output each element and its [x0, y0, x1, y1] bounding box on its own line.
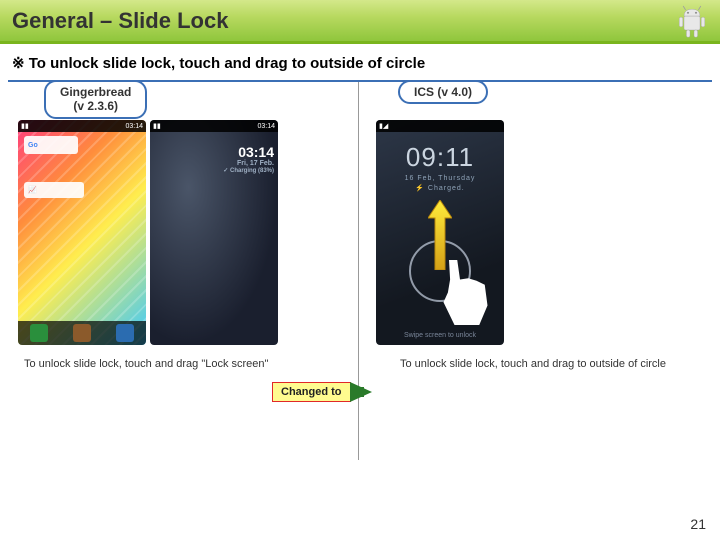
android-logo-icon: [672, 2, 712, 47]
dock-apps-icon: [116, 324, 134, 342]
status-bar: ▮▮03:14: [18, 120, 146, 132]
subtitle-text: ※ To unlock slide lock, touch and drag t…: [0, 44, 720, 80]
lock-clock: 03:14 Fri, 17 Feb. ✓ Charging (83%): [223, 144, 274, 174]
version-name: ICS (v 4.0): [414, 85, 472, 99]
dock-contacts-icon: [73, 324, 91, 342]
drag-arrow-icon: [428, 200, 452, 270]
gingerbread-screenshots: ▮▮03:14 Go 📈 ▮▮03:14 03:14 Fri, 17 Feb. …: [18, 120, 278, 345]
status-bar: ▮◢: [376, 120, 504, 132]
content-panel: Gingerbread (v 2.3.6) ICS (v 4.0) ▮▮03:1…: [8, 80, 712, 460]
changed-label: Changed to: [272, 382, 351, 402]
vertical-divider: [358, 82, 359, 460]
page-number: 21: [690, 516, 706, 532]
version-badge-ics: ICS (v 4.0): [398, 80, 488, 104]
slide-header: General – Slide Lock: [0, 0, 720, 44]
version-name: Gingerbread: [60, 85, 131, 99]
version-badge-gingerbread: Gingerbread (v 2.3.6): [44, 80, 147, 119]
phone-ics-lock: ▮◢ 09:11 16 Feb, Thursday ⚡ Charged. Swi…: [376, 120, 504, 345]
phone-home-screen: ▮▮03:14 Go 📈: [18, 120, 146, 345]
changed-to-badge: Changed to: [272, 382, 372, 402]
caption-ics: To unlock slide lock, touch and drag to …: [400, 358, 666, 370]
dock-bar: [18, 321, 146, 345]
ics-screenshot: ▮◢ 09:11 16 Feb, Thursday ⚡ Charged. Swi…: [376, 120, 504, 345]
widget-row: 📈: [24, 182, 84, 198]
caption-gingerbread: To unlock slide lock, touch and drag "Lo…: [24, 358, 268, 370]
status-bar: ▮▮03:14: [150, 120, 278, 132]
swipe-hint: Swipe screen to unlock: [376, 332, 504, 339]
dock-phone-icon: [30, 324, 48, 342]
ics-clock: 09:11 16 Feb, Thursday ⚡ Charged.: [376, 142, 504, 192]
arrow-right-icon: [350, 382, 372, 402]
phone-lock-screen: ▮▮03:14 03:14 Fri, 17 Feb. ✓ Charging (8…: [150, 120, 278, 345]
version-number: (v 2.3.6): [73, 99, 118, 113]
search-widget: Go: [24, 136, 78, 154]
page-title: General – Slide Lock: [12, 8, 228, 34]
